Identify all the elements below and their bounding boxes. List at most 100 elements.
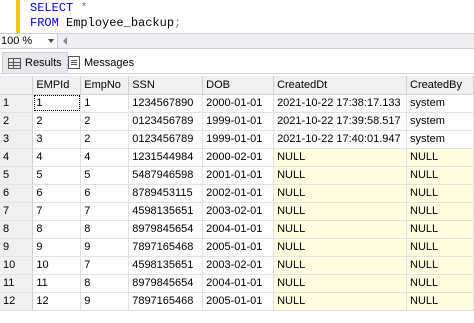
table-cell[interactable]: 9 — [80, 292, 130, 311]
table-cell[interactable]: NULL — [406, 202, 474, 221]
table-cell[interactable]: 7 — [32, 202, 82, 221]
row-number[interactable]: 8 — [0, 220, 34, 239]
table-cell[interactable]: 4598135651 — [128, 256, 204, 275]
table-cell[interactable]: 5 — [80, 166, 130, 185]
corner-cell[interactable] — [0, 76, 34, 95]
table-row[interactable]: 5 5 5 5487946598 2001-01-01 NULL NULL — [0, 166, 474, 185]
table-cell[interactable]: NULL — [273, 238, 408, 257]
table-cell[interactable]: 11 — [32, 274, 82, 293]
table-cell[interactable]: 2 — [80, 130, 130, 149]
table-cell[interactable]: 4598135651 — [128, 202, 204, 221]
zoom-dropdown[interactable]: 100 % — [0, 34, 58, 48]
column-header[interactable]: SSN — [128, 76, 204, 95]
table-cell[interactable]: 8 — [80, 220, 130, 239]
table-cell[interactable]: 1999-01-01 — [202, 130, 275, 149]
table-cell[interactable]: NULL — [273, 292, 408, 311]
table-cell[interactable]: NULL — [406, 220, 474, 239]
table-cell[interactable]: 2 — [32, 112, 82, 131]
table-row[interactable]: 10 10 7 4598135651 2003-02-01 NULL NULL — [0, 256, 474, 275]
table-cell[interactable]: NULL — [406, 274, 474, 293]
table-cell[interactable]: 7 — [80, 202, 130, 221]
table-cell[interactable]: NULL — [273, 256, 408, 275]
row-number[interactable]: 10 — [0, 256, 34, 275]
table-cell[interactable]: 12 — [32, 292, 82, 311]
table-cell[interactable]: 4 — [32, 148, 82, 167]
table-cell[interactable]: system — [406, 130, 474, 149]
table-cell[interactable]: 1999-01-01 — [202, 112, 275, 131]
results-grid[interactable]: EMPId EmpNo SSN DOB CreatedDt CreatedBy … — [0, 76, 474, 311]
table-cell[interactable]: 2002-01-01 — [202, 184, 275, 203]
column-header[interactable]: DOB — [202, 76, 275, 95]
column-header[interactable]: CreatedDt — [273, 76, 408, 95]
column-header[interactable]: EMPId — [32, 76, 82, 95]
table-cell[interactable]: 3 — [32, 130, 82, 149]
table-cell[interactable]: 2003-02-01 — [202, 256, 275, 275]
table-cell[interactable]: NULL — [273, 148, 408, 167]
table-cell[interactable]: NULL — [406, 184, 474, 203]
scroll-left-icon[interactable] — [63, 37, 67, 45]
table-cell[interactable]: 1231544984 — [128, 148, 204, 167]
row-number[interactable]: 2 — [0, 112, 34, 131]
table-cell[interactable]: 2005-01-01 — [202, 292, 275, 311]
table-cell[interactable]: 2005-01-01 — [202, 238, 275, 257]
row-number[interactable]: 1 — [0, 94, 34, 113]
row-number[interactable]: 7 — [0, 202, 34, 221]
table-cell[interactable]: 0123456789 — [128, 130, 204, 149]
table-cell[interactable]: 4 — [80, 148, 130, 167]
table-cell[interactable]: 2000-01-01 — [202, 94, 275, 113]
table-cell[interactable]: NULL — [273, 274, 408, 293]
table-row[interactable]: 7 7 7 4598135651 2003-02-01 NULL NULL — [0, 202, 474, 221]
table-cell[interactable]: 1234567890 — [128, 94, 204, 113]
table-cell[interactable]: 2004-01-01 — [202, 220, 275, 239]
table-row[interactable]: 2 2 2 0123456789 1999-01-01 2021-10-22 17:39:… — [0, 112, 474, 131]
table-cell[interactable]: 2004-01-01 — [202, 274, 275, 293]
table-cell[interactable]: 8979845654 — [128, 274, 204, 293]
table-cell[interactable]: 5487946598 — [128, 166, 204, 185]
row-number[interactable]: 12 — [0, 292, 34, 311]
table-cell[interactable]: 7 — [80, 256, 130, 275]
column-header[interactable]: EmpNo — [80, 76, 130, 95]
table-cell[interactable]: 8789453115 — [128, 184, 204, 203]
row-number[interactable]: 3 — [0, 130, 34, 149]
table-cell[interactable]: 6 — [80, 184, 130, 203]
table-cell[interactable]: 2001-01-01 — [202, 166, 275, 185]
table-row[interactable]: 1 1 1 1234567890 2000-01-01 2021-10-22 17:38:… — [0, 94, 474, 113]
table-cell[interactable]: 5 — [32, 166, 82, 185]
table-cell[interactable]: 2003-02-01 — [202, 202, 275, 221]
column-header[interactable]: CreatedBy — [406, 76, 474, 95]
table-cell[interactable]: 10 — [32, 256, 82, 275]
table-cell[interactable]: NULL — [273, 220, 408, 239]
table-row[interactable]: 3 3 2 0123456789 1999-01-01 2021-10-22 17:40:… — [0, 130, 474, 149]
table-cell[interactable]: NULL — [406, 148, 474, 167]
table-cell[interactable]: 6 — [32, 184, 82, 203]
tab-results[interactable]: Results — [2, 52, 68, 73]
table-cell[interactable]: NULL — [406, 238, 474, 257]
table-row[interactable]: 6 6 6 8789453115 2002-01-01 NULL NULL — [0, 184, 474, 203]
table-cell[interactable]: 1 — [80, 94, 130, 113]
table-cell[interactable]: 2000-02-01 — [202, 148, 275, 167]
table-row[interactable]: 12 12 9 7897165468 2005-01-01 NULL NULL — [0, 292, 474, 311]
table-cell[interactable]: 7897165468 — [128, 238, 204, 257]
table-cell[interactable]: 2021-10-22 17:38:17.133 — [273, 94, 408, 113]
row-number[interactable]: 4 — [0, 148, 34, 167]
table-cell[interactable]: 9 — [80, 238, 130, 257]
table-cell[interactable]: system — [406, 112, 474, 131]
table-cell[interactable]: 8 — [80, 274, 130, 293]
row-number[interactable]: 6 — [0, 184, 34, 203]
table-cell[interactable]: 2 — [80, 112, 130, 131]
table-cell[interactable]: 0123456789 — [128, 112, 204, 131]
table-cell[interactable]: NULL — [406, 166, 474, 185]
table-cell[interactable]: NULL — [273, 184, 408, 203]
table-cell[interactable]: 9 — [32, 238, 82, 257]
table-cell[interactable]: 7897165468 — [128, 292, 204, 311]
tab-messages[interactable]: Messages — [63, 52, 139, 73]
table-cell[interactable]: NULL — [406, 292, 474, 311]
table-cell[interactable]: 2021-10-22 17:40:01.947 — [273, 130, 408, 149]
table-cell[interactable]: 1 — [32, 94, 82, 113]
table-cell[interactable]: 2021-10-22 17:39:58.517 — [273, 112, 408, 131]
table-cell[interactable]: 8979845654 — [128, 220, 204, 239]
table-cell[interactable]: system — [406, 94, 474, 113]
row-number[interactable]: 9 — [0, 238, 34, 257]
query-editor[interactable]: SELECT * FROM Employee_backup; — [0, 0, 474, 33]
table-row[interactable]: 4 4 4 1231544984 2000-02-01 NULL NULL — [0, 148, 474, 167]
